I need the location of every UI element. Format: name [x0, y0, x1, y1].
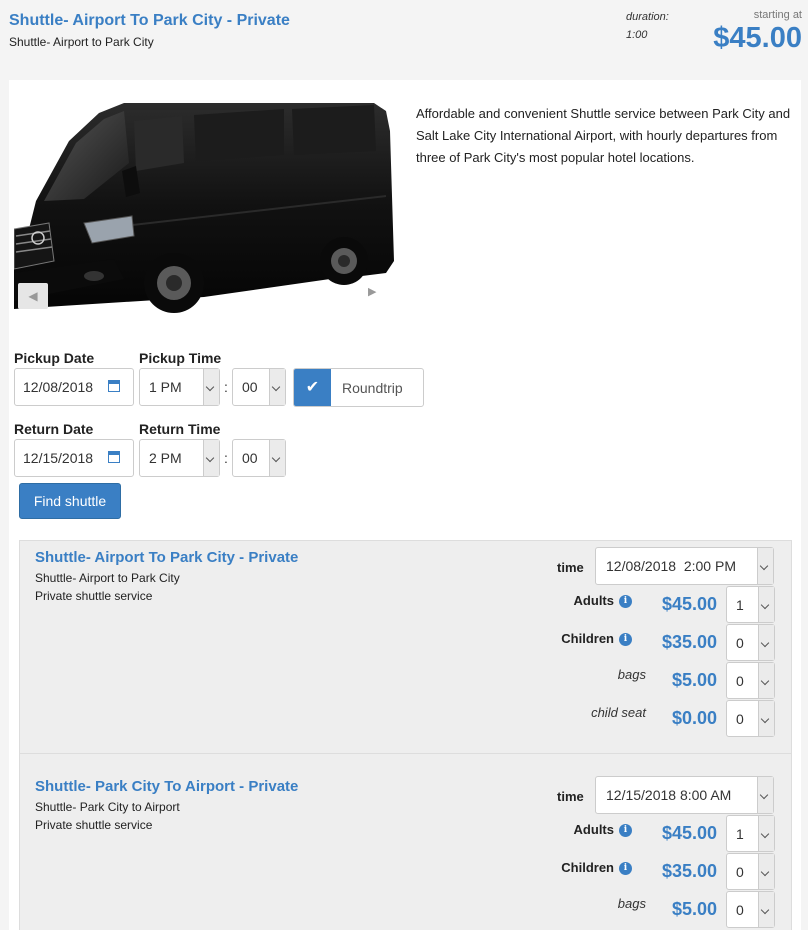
- children-qty-value: 0: [736, 635, 744, 651]
- info-icon[interactable]: i: [619, 862, 632, 876]
- adults-price: $45.00: [661, 823, 717, 843]
- pickup-hour-value: 1 PM: [149, 379, 182, 395]
- time-label: time: [557, 560, 584, 575]
- pickup-date-label: Pickup Date: [14, 350, 95, 366]
- pickup-minute-select[interactable]: 00: [232, 368, 286, 406]
- duration-label: duration:: [626, 11, 669, 23]
- chevron-down-icon: [758, 587, 774, 622]
- child-seat-price: $0.00: [671, 708, 717, 728]
- check-icon[interactable]: ✔: [294, 369, 331, 406]
- child-seat-qty-select[interactable]: 0: [726, 700, 775, 737]
- children-qty-select[interactable]: 0: [726, 624, 775, 661]
- return-minute-value: 00: [242, 450, 258, 466]
- starting-price: $45.00: [713, 22, 802, 54]
- chevron-down-icon: [758, 854, 774, 889]
- adults-label: Adults i: [540, 822, 632, 838]
- pickup-date-input[interactable]: 12/08/2018: [14, 368, 134, 406]
- result-title-link[interactable]: Shuttle- Airport To Park City - Private: [35, 549, 298, 566]
- duration-value: 1:00: [626, 29, 648, 41]
- time-separator: :: [224, 379, 228, 395]
- return-time-label: Return Time: [139, 421, 221, 437]
- gallery-prev-icon[interactable]: ◀: [18, 283, 48, 309]
- departure-time-value: 12/08/2018 2:00 PM: [606, 558, 736, 574]
- children-qty-value: 0: [736, 864, 744, 880]
- bags-label: bags: [617, 896, 646, 911]
- chevron-down-icon: [758, 892, 774, 927]
- product-description: Affordable and convenient Shuttle servic…: [416, 106, 791, 165]
- chevron-down-icon: [203, 440, 219, 476]
- bags-price: $5.00: [671, 670, 717, 690]
- bags-qty-value: 0: [736, 673, 744, 689]
- children-price: $35.00: [661, 632, 717, 652]
- bags-qty-select[interactable]: 0: [726, 662, 775, 699]
- chevron-down-icon: [269, 369, 285, 405]
- adults-qty-select[interactable]: 1: [726, 586, 775, 623]
- gallery-next-icon[interactable]: ▶: [368, 285, 376, 298]
- info-icon[interactable]: i: [619, 824, 632, 838]
- adults-label-text: Adults: [573, 593, 614, 608]
- children-label: Children i: [540, 860, 632, 876]
- chevron-down-icon: [758, 625, 774, 660]
- calendar-icon[interactable]: [108, 451, 120, 463]
- return-minute-select[interactable]: 00: [232, 439, 286, 477]
- children-qty-select[interactable]: 0: [726, 853, 775, 890]
- child-seat-qty-value: 0: [736, 711, 744, 727]
- time-separator: :: [224, 450, 228, 466]
- return-date-label: Return Date: [14, 421, 94, 437]
- return-date-value: 12/15/2018: [23, 450, 94, 466]
- bags-qty-select[interactable]: 0: [726, 891, 775, 928]
- vehicle-photo: [14, 101, 396, 315]
- chevron-down-icon: [758, 701, 774, 736]
- time-label: time: [557, 789, 584, 804]
- adults-qty-select[interactable]: 1: [726, 815, 775, 852]
- result-subtitle: Shuttle- Airport to Park City: [35, 571, 180, 585]
- departure-time-value: 12/15/2018 8:00 AM: [606, 787, 732, 803]
- adults-qty-value: 1: [736, 826, 744, 842]
- chevron-down-icon: [758, 816, 774, 851]
- chevron-down-icon: [203, 369, 219, 405]
- result-title-link[interactable]: Shuttle- Park City To Airport - Private: [35, 778, 298, 795]
- van-image: [14, 103, 394, 313]
- result-description: Private shuttle service: [35, 818, 153, 832]
- roundtrip-toggle[interactable]: ✔ Roundtrip: [293, 368, 424, 407]
- adults-qty-value: 1: [736, 597, 744, 613]
- return-hour-value: 2 PM: [149, 450, 182, 466]
- children-label-text: Children: [561, 860, 614, 875]
- child-seat-label: child seat: [591, 705, 646, 720]
- product-subtitle: Shuttle- Airport to Park City: [9, 35, 154, 49]
- find-shuttle-button[interactable]: Find shuttle: [19, 483, 121, 519]
- product-title-link[interactable]: Shuttle- Airport To Park City - Private: [9, 12, 290, 30]
- info-icon[interactable]: i: [619, 633, 632, 647]
- adults-label-text: Adults: [573, 822, 614, 837]
- pickup-date-value: 12/08/2018: [23, 379, 94, 395]
- pickup-minute-value: 00: [242, 379, 258, 395]
- roundtrip-label: Roundtrip: [342, 380, 403, 396]
- bags-price: $5.00: [671, 899, 717, 919]
- bags-qty-value: 0: [736, 902, 744, 918]
- chevron-down-icon: [269, 440, 285, 476]
- result-description: Private shuttle service: [35, 589, 153, 603]
- bags-label: bags: [617, 667, 646, 682]
- return-date-input[interactable]: 12/15/2018: [14, 439, 134, 477]
- children-label-text: Children: [561, 631, 614, 646]
- starting-at-label: starting at: [753, 9, 802, 21]
- departure-time-select[interactable]: 12/08/2018 2:00 PM: [595, 547, 774, 585]
- info-icon[interactable]: i: [619, 595, 632, 609]
- pickup-time-label: Pickup Time: [139, 350, 222, 366]
- children-label: Children i: [540, 631, 632, 647]
- chevron-down-icon: [757, 777, 773, 813]
- return-hour-select[interactable]: 2 PM: [139, 439, 220, 477]
- children-price: $35.00: [661, 861, 717, 881]
- adults-label: Adults i: [540, 593, 632, 609]
- pickup-hour-select[interactable]: 1 PM: [139, 368, 220, 406]
- chevron-down-icon: [757, 548, 773, 584]
- departure-time-select[interactable]: 12/15/2018 8:00 AM: [595, 776, 774, 814]
- result-subtitle: Shuttle- Park City to Airport: [35, 800, 180, 814]
- calendar-icon[interactable]: [108, 380, 120, 392]
- chevron-down-icon: [758, 663, 774, 698]
- adults-price: $45.00: [661, 594, 717, 614]
